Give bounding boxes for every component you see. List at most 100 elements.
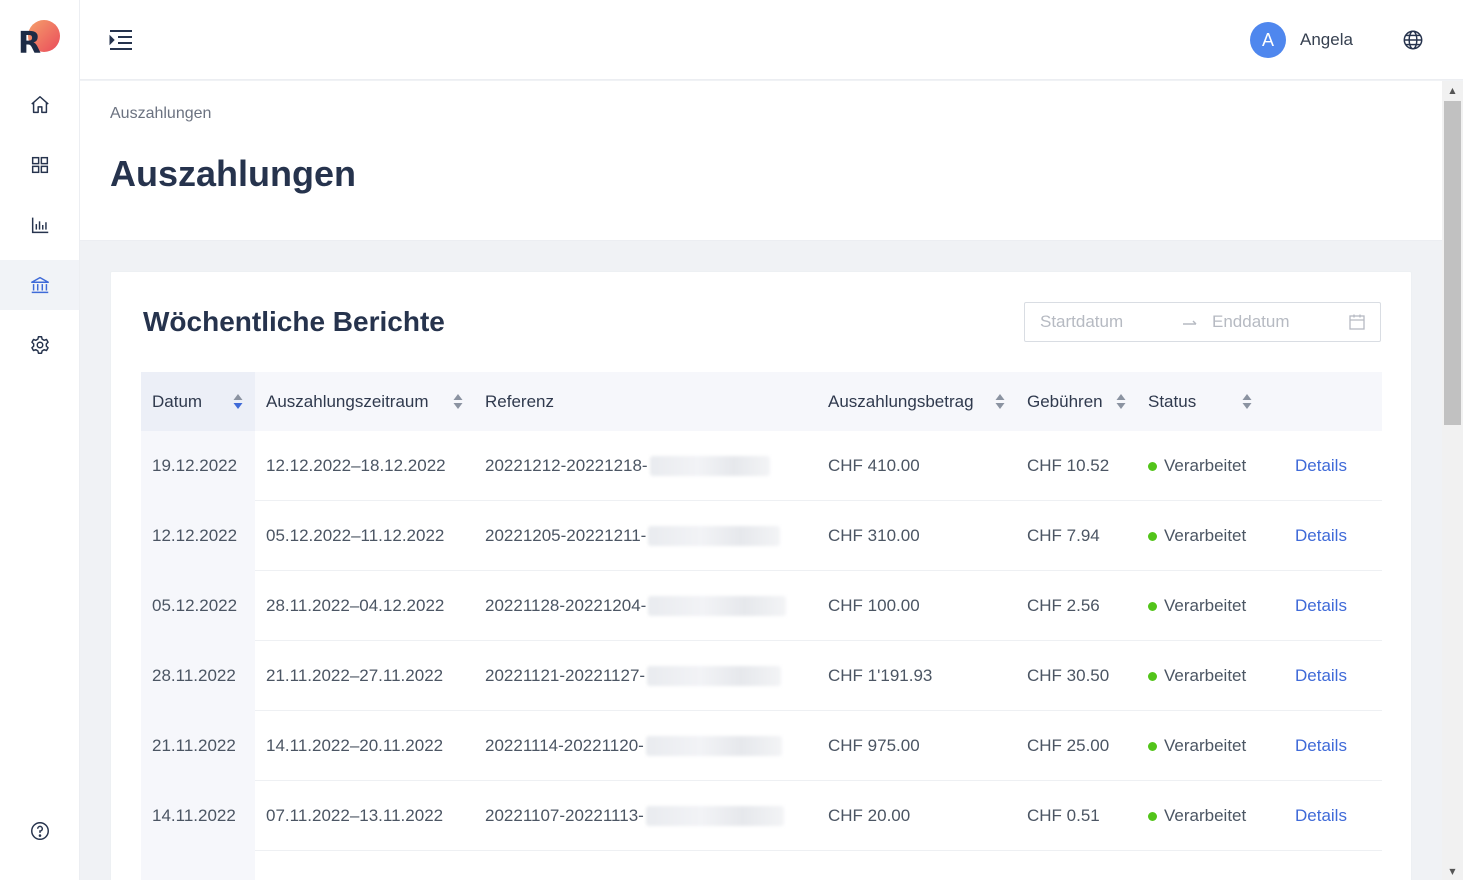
column-header-amount[interactable]: Auszahlungsbetrag: [828, 372, 974, 431]
details-link[interactable]: Details: [1295, 806, 1347, 826]
sort-icon[interactable]: [1116, 393, 1126, 410]
avatar: A: [1250, 22, 1286, 58]
cell-period: 14.11.2022–20.11.2022: [266, 736, 444, 755]
cell-period: 28.11.2022–04.12.2022: [266, 596, 445, 615]
cell-action: Details: [1295, 501, 1347, 571]
column-header-reference: Referenz: [485, 372, 554, 431]
cell-reference: 20221107-20221113-: [485, 781, 784, 851]
status-text: Verarbeitet: [1164, 806, 1247, 825]
end-date-input[interactable]: Enddatum: [1212, 312, 1290, 332]
sort-icon[interactable]: [995, 393, 1005, 410]
sort-icon[interactable]: [1242, 393, 1252, 410]
cell-status: Verarbeitet: [1148, 781, 1246, 851]
status-text: Verarbeitet: [1164, 666, 1247, 685]
cell-date: [141, 851, 255, 880]
details-link[interactable]: Details: [1295, 736, 1347, 756]
sort-icon[interactable]: [453, 393, 463, 410]
brand-logo[interactable]: R: [18, 20, 62, 64]
column-header-fees[interactable]: Gebühren: [1027, 372, 1103, 431]
table-row: 05.12.2022 28.11.2022–04.12.2022 2022112…: [141, 571, 1382, 641]
redacted-reference: [648, 596, 787, 616]
globe-icon[interactable]: [1402, 29, 1424, 51]
redacted-reference: [645, 806, 784, 826]
cell-reference: 20221121-20221127-: [485, 641, 782, 711]
help-button[interactable]: [0, 806, 79, 856]
cell-fee: CHF 30.50: [1027, 666, 1110, 685]
cell-fee: CHF 7.94: [1027, 526, 1100, 545]
table-row: 21.11.2022 14.11.2022–20.11.2022 2022111…: [141, 711, 1382, 781]
start-date-input[interactable]: Startdatum: [1040, 312, 1123, 332]
arrow-right-icon: [1183, 320, 1197, 325]
page-header: Auszahlungen Auszahlungen: [80, 81, 1442, 241]
reference-text: 20221205-20221211-: [485, 526, 647, 545]
user-menu[interactable]: A Angela: [1250, 22, 1353, 58]
sidebar-item-settings[interactable]: [0, 320, 79, 370]
table-row: 14.11.2022 07.11.2022–13.11.2022 2022110…: [141, 781, 1382, 851]
redacted-reference: [647, 666, 782, 686]
sidebar-item-dashboard[interactable]: [0, 140, 79, 190]
calendar-icon: [1349, 314, 1365, 330]
details-link[interactable]: Details: [1295, 666, 1347, 686]
status-dot: [1148, 811, 1157, 821]
cell-action: Details: [1295, 641, 1347, 711]
cell-fee: CHF 2.56: [1027, 596, 1100, 615]
cell-reference: 20221205-20221211-: [485, 501, 781, 571]
details-link[interactable]: Details: [1295, 596, 1347, 616]
sidebar-item-reports[interactable]: [0, 200, 79, 250]
cell-period: 05.12.2022–11.12.2022: [266, 526, 445, 545]
details-link[interactable]: Details: [1295, 526, 1347, 546]
sidebar: R: [0, 0, 80, 880]
cell-date: 28.11.2022: [141, 641, 255, 711]
status-dot: [1148, 671, 1157, 681]
cell-action: Details: [1295, 711, 1347, 781]
home-icon: [30, 96, 49, 114]
cell-period: 21.11.2022–27.11.2022: [266, 666, 444, 685]
details-link[interactable]: Details: [1295, 456, 1347, 476]
cell-amount: CHF 975.00: [828, 736, 920, 755]
cell-amount: CHF 310.00: [828, 526, 920, 545]
logo-letter: R: [18, 26, 42, 61]
bank-icon: [30, 276, 49, 294]
sidebar-item-home[interactable]: [0, 80, 79, 130]
top-header: A Angela: [80, 0, 1463, 80]
redacted-reference: [649, 456, 770, 476]
column-label: Auszahlungsbetrag: [828, 391, 974, 411]
weekly-reports-card: Wöchentliche Berichte Startdatum Enddatu…: [110, 271, 1412, 880]
status-dot: [1148, 531, 1157, 541]
sidebar-item-payouts[interactable]: [0, 260, 79, 310]
indent-icon[interactable]: [108, 28, 134, 52]
table-row: 12.12.2022 05.12.2022–11.12.2022 2022120…: [141, 501, 1382, 571]
cell-date: 12.12.2022: [141, 501, 255, 571]
breadcrumb[interactable]: Auszahlungen: [110, 105, 211, 123]
status-text: Verarbeitet: [1164, 456, 1247, 475]
cell-date: 14.11.2022: [141, 781, 255, 851]
column-label: Auszahlungszeitraum: [266, 391, 429, 411]
scroll-up-arrow[interactable]: ▲: [1442, 81, 1463, 99]
cell-status: Verarbeitet: [1148, 641, 1246, 711]
column-label: Status: [1148, 391, 1197, 411]
scroll-down-arrow[interactable]: ▼: [1442, 862, 1463, 880]
status-text: Verarbeitet: [1164, 596, 1247, 615]
status-dot: [1148, 461, 1157, 471]
table-row-partial: [141, 851, 1382, 880]
column-label: Gebühren: [1027, 391, 1103, 411]
column-label: Referenz: [485, 391, 554, 411]
status-dot: [1148, 741, 1157, 751]
cell-date: 05.12.2022: [141, 571, 255, 641]
cell-action: Details: [1295, 571, 1347, 641]
column-header-status[interactable]: Status: [1148, 372, 1196, 431]
date-range-picker[interactable]: Startdatum Enddatum: [1024, 302, 1381, 342]
cell-reference: 20221212-20221218-: [485, 431, 770, 501]
card-title: Wöchentliche Berichte: [143, 306, 445, 337]
sort-icon[interactable]: [233, 393, 243, 410]
scroll-thumb[interactable]: [1444, 101, 1461, 425]
help-circle-icon: [30, 822, 49, 840]
cell-action: Details: [1295, 431, 1347, 501]
payouts-table: Datum Auszahlungszeitraum Referenz Ausza…: [141, 372, 1382, 880]
grid-icon: [31, 156, 48, 174]
column-header-period[interactable]: Auszahlungszeitraum: [266, 372, 429, 431]
bar-chart-icon: [31, 217, 48, 234]
cell-amount: CHF 1'191.93: [828, 666, 933, 685]
scrollbar[interactable]: ▲ ▼: [1442, 81, 1463, 880]
column-label: Datum: [152, 391, 203, 411]
